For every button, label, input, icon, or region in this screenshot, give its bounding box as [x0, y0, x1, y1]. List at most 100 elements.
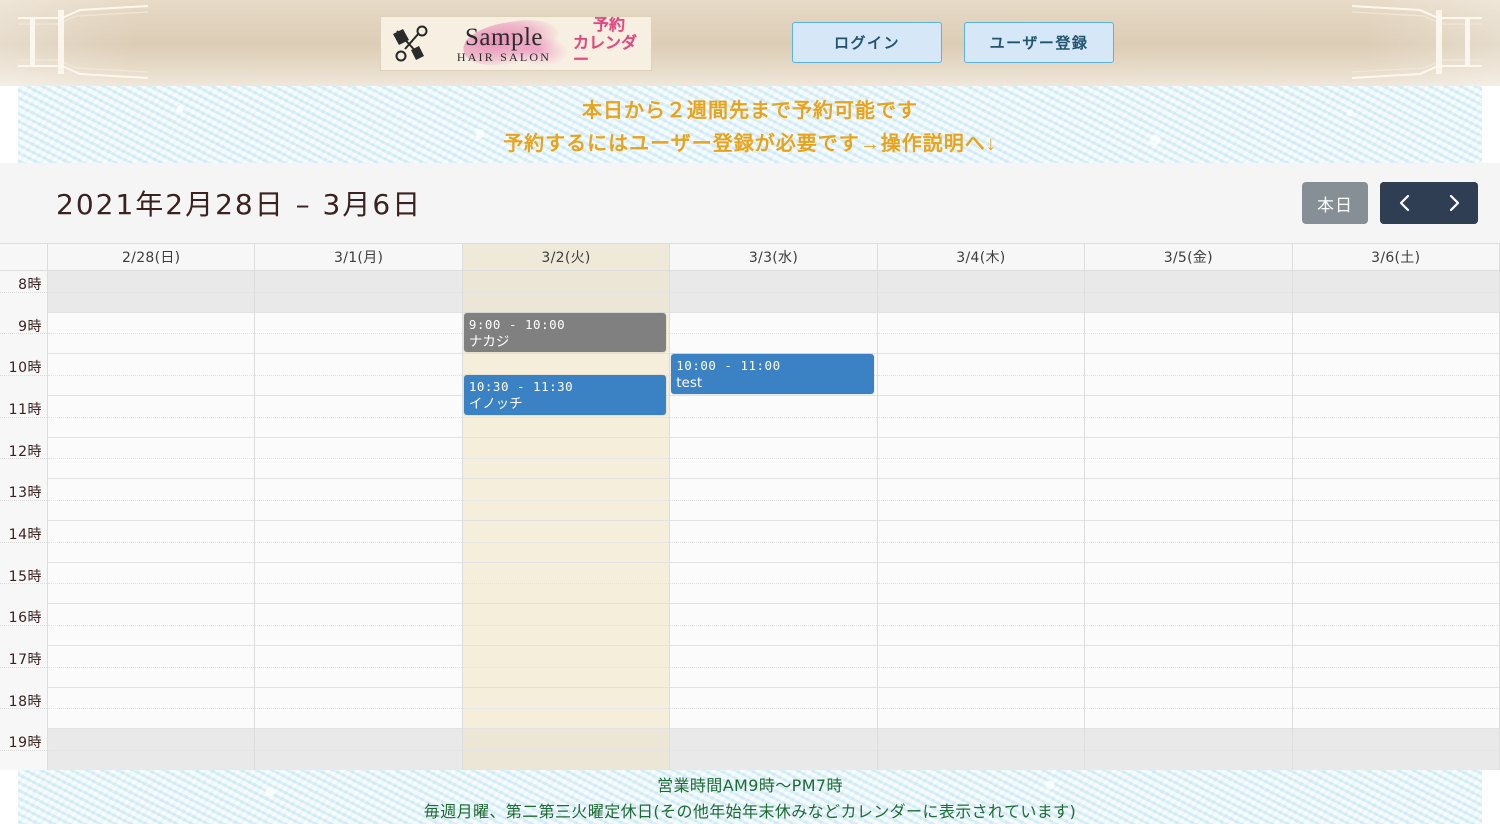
header-actions: ログイン ユーザー登録 [792, 22, 1114, 63]
time-slot[interactable] [1292, 646, 1499, 688]
time-slot[interactable] [1085, 438, 1292, 480]
time-slot[interactable] [48, 688, 255, 730]
time-slot [1085, 729, 1292, 770]
time-slot[interactable] [877, 604, 1085, 646]
time-slot[interactable] [670, 563, 877, 605]
time-slot[interactable] [1292, 521, 1499, 563]
time-slot[interactable] [255, 563, 462, 605]
day-header-3[interactable]: 3/2(火) [462, 244, 671, 270]
scissors-comb-icon [393, 25, 428, 61]
half-hour-rule [48, 750, 255, 752]
time-slot[interactable] [255, 396, 462, 438]
time-slot[interactable] [877, 313, 1085, 355]
calendar-event[interactable]: 10:00 - 11:00 test [671, 354, 874, 394]
notice-line-2[interactable]: 予約するにはユーザー登録が必要です→操作説明へ↓ [503, 127, 997, 156]
time-slot[interactable] [670, 438, 877, 480]
time-slot[interactable] [877, 563, 1085, 605]
today-button[interactable]: 本日 [1302, 182, 1368, 224]
time-slot[interactable] [1085, 604, 1292, 646]
time-slot[interactable] [877, 646, 1085, 688]
time-slot[interactable] [255, 604, 462, 646]
time-slot[interactable] [1085, 313, 1292, 355]
time-slot[interactable] [877, 354, 1085, 396]
prev-week-button[interactable] [1380, 182, 1429, 224]
time-slot[interactable] [462, 438, 670, 480]
time-slot[interactable] [255, 313, 462, 355]
time-slot[interactable] [1292, 396, 1499, 438]
time-slot[interactable] [1292, 563, 1499, 605]
logo-wordmark: Sample HAIR SALON [435, 17, 573, 70]
time-slot[interactable] [670, 396, 877, 438]
time-slot[interactable] [48, 646, 255, 688]
time-slot[interactable] [48, 521, 255, 563]
user-register-button[interactable]: ユーザー登録 [964, 22, 1114, 63]
time-slot[interactable] [462, 604, 670, 646]
time-slot[interactable] [670, 604, 877, 646]
time-slot[interactable] [462, 563, 670, 605]
time-slot[interactable] [1292, 604, 1499, 646]
time-slot[interactable] [1085, 354, 1292, 396]
logo-reservation-calendar-label: 予約 カレンダー [573, 17, 651, 70]
calendar-event[interactable]: 9:00 - 10:00 ナカジ [463, 312, 667, 353]
time-slot[interactable] [877, 396, 1085, 438]
day-header-6[interactable]: 3/5(金) [1085, 244, 1293, 270]
time-slot[interactable] [255, 688, 462, 730]
half-hour-rule [48, 375, 255, 377]
login-button[interactable]: ログイン [792, 22, 942, 63]
notice-line-1: 本日から２週間先まで予約可能です [582, 99, 918, 122]
time-slot[interactable] [255, 646, 462, 688]
calendar-toolbar: 2021年2月28日 – 3月6日 本日 [0, 163, 1500, 243]
time-slot[interactable] [1085, 396, 1292, 438]
time-slot[interactable] [48, 604, 255, 646]
time-slot [670, 271, 877, 313]
time-slot[interactable] [670, 688, 877, 730]
time-slot[interactable] [670, 521, 877, 563]
day-header-4[interactable]: 3/3(水) [670, 244, 878, 270]
day-header-5[interactable]: 3/4(木) [877, 244, 1086, 270]
half-hour-rule [1292, 458, 1499, 460]
time-slot[interactable] [1292, 479, 1499, 521]
day-header-1[interactable]: 2/28(日) [48, 244, 256, 270]
day-header-2[interactable]: 3/1(月) [255, 244, 463, 270]
time-slot[interactable] [877, 521, 1085, 563]
time-slot[interactable] [255, 438, 462, 480]
time-slot[interactable] [1292, 313, 1499, 355]
time-slot[interactable] [462, 646, 670, 688]
half-hour-rule [462, 541, 670, 543]
time-slot[interactable] [1292, 688, 1499, 730]
half-hour-rule [877, 458, 1085, 460]
time-slot[interactable] [670, 646, 877, 688]
time-slot[interactable] [877, 688, 1085, 730]
day-header-7[interactable]: 3/6(土) [1292, 244, 1500, 270]
time-slot[interactable] [877, 438, 1085, 480]
time-slot[interactable] [48, 438, 255, 480]
half-hour-rule [1085, 458, 1292, 460]
time-slot[interactable] [1085, 563, 1292, 605]
time-slot[interactable] [255, 521, 462, 563]
half-hour-rule [1292, 333, 1499, 335]
time-slot[interactable] [1085, 688, 1292, 730]
next-week-button[interactable] [1429, 182, 1478, 224]
half-hour-rule [1292, 666, 1499, 668]
time-slot[interactable] [462, 688, 670, 730]
site-logo[interactable]: Sample HAIR SALON 予約 カレンダー [380, 16, 652, 71]
time-slot[interactable] [1085, 646, 1292, 688]
time-slot[interactable] [255, 479, 462, 521]
time-slot[interactable] [670, 479, 877, 521]
calendar-event[interactable]: 10:30 - 11:30 イノッチ [463, 375, 667, 415]
time-slot[interactable] [48, 354, 255, 396]
half-hour-rule [255, 500, 462, 502]
time-slot[interactable] [462, 521, 670, 563]
time-slot[interactable] [48, 313, 255, 355]
time-slot[interactable] [48, 479, 255, 521]
time-slot[interactable] [255, 354, 462, 396]
time-slot[interactable] [1292, 438, 1499, 480]
time-slot[interactable] [877, 479, 1085, 521]
time-slot[interactable] [670, 313, 877, 355]
time-slot[interactable] [462, 479, 670, 521]
time-slot[interactable] [1292, 354, 1499, 396]
time-slot[interactable] [48, 563, 255, 605]
time-slot[interactable] [48, 396, 255, 438]
time-slot[interactable] [1085, 479, 1292, 521]
time-slot[interactable] [1085, 521, 1292, 563]
